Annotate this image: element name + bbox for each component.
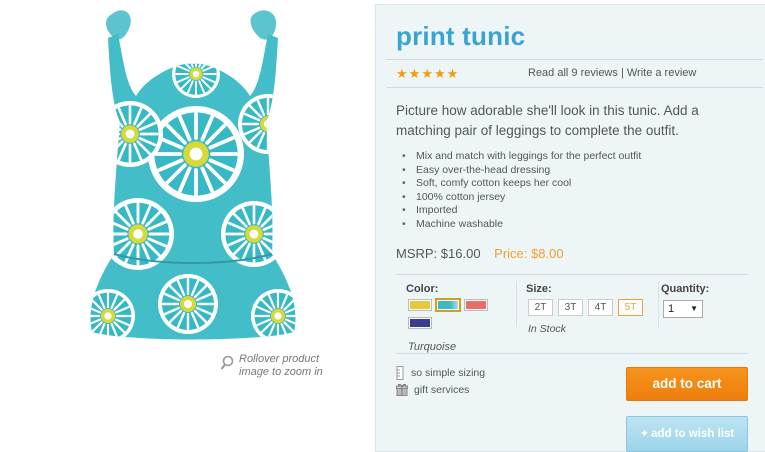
swatch-fill (410, 301, 430, 309)
color-label: Color: (406, 283, 439, 295)
options-divider (658, 281, 659, 327)
star-icon: ★ (421, 66, 433, 81)
product-info-panel: print tunic ★ ★ ★ ★ ★ Read all 9 reviews… (375, 4, 765, 452)
selected-color-name: Turquoise (408, 341, 457, 353)
quantity-label: Quantity: (661, 283, 710, 295)
size-label: Size: (526, 283, 552, 295)
feature-item: Imported (402, 204, 641, 218)
gift-services-link[interactable]: gift services (396, 383, 469, 396)
reviews-separator: | (620, 67, 624, 79)
size-button-3t[interactable]: 3T (558, 299, 583, 316)
star-icon: ★ (433, 66, 446, 81)
quantity-select[interactable]: 1 ▼ (663, 300, 703, 318)
size-buttons: 2T 3T 4T 5T (528, 299, 643, 316)
sizing-link[interactable]: so simple sizing (396, 366, 485, 380)
star-icon: ★ (446, 66, 459, 81)
read-reviews-link[interactable]: Read all 9 reviews (528, 67, 618, 79)
feature-list: Mix and match with leggings for the perf… (402, 150, 641, 231)
add-to-cart-button[interactable]: add to cart (626, 367, 748, 401)
color-swatch-navy[interactable] (408, 317, 432, 329)
color-swatch-turquoise[interactable] (435, 298, 461, 312)
swatch-fill (466, 301, 486, 309)
size-button-5t[interactable]: 5T (618, 299, 643, 316)
feature-item: Mix and match with leggings for the perf… (402, 150, 641, 164)
reviews-divider (386, 87, 763, 88)
zoom-hint-line1: Rollover product (239, 353, 320, 365)
chevron-down-icon: ▼ (690, 304, 698, 313)
color-option: Color: Turquoise (406, 283, 516, 353)
stock-status: In Stock (528, 323, 566, 335)
product-title: print tunic (396, 21, 526, 51)
quantity-option: Quantity: 1 ▼ (661, 283, 741, 318)
feature-item: Easy over-the-head dressing (402, 164, 641, 178)
options-divider (516, 281, 517, 327)
swatch-fill (410, 319, 430, 327)
feature-item: Machine washable (402, 218, 641, 232)
product-image-area: Rollover product image to zoom in (0, 0, 375, 452)
ruler-icon (396, 366, 404, 380)
sparkle-icon: ✦ (639, 428, 650, 440)
star-icon: ★ (396, 66, 408, 81)
rating-stars[interactable]: ★ ★ ★ ★ ★ (396, 67, 458, 80)
size-button-2t[interactable]: 2T (528, 299, 553, 316)
price-row: MSRP: $16.00 Price: $8.00 (396, 246, 564, 261)
feature-item: Soft, comfy cotton keeps her cool (402, 177, 641, 191)
zoom-hint-line2: image to zoom in (239, 366, 323, 378)
zoom-hint: Rollover product image to zoom in (220, 353, 323, 379)
wishlist-label: add to wish list (651, 428, 735, 440)
title-divider (386, 59, 763, 60)
write-review-link[interactable]: Write a review (627, 67, 696, 79)
product-description: Picture how adorable she'll look in this… (396, 103, 699, 138)
quantity-value: 1 (668, 303, 675, 315)
gift-icon (396, 383, 408, 396)
swatch-fill (438, 301, 458, 309)
product-options: Color: Turquoise Size: 2T 3T 4T 5T In St… (396, 274, 748, 354)
magnifier-icon (220, 355, 234, 370)
product-image[interactable] (78, 4, 308, 344)
gift-services-label: gift services (414, 383, 470, 396)
sizing-link-label: so simple sizing (411, 367, 486, 379)
reviews-links: Read all 9 reviews | Write a review (528, 67, 696, 79)
star-icon: ★ (408, 66, 421, 81)
add-to-wishlist-button[interactable]: ✦ add to wish list (626, 416, 748, 452)
size-button-4t[interactable]: 4T (588, 299, 613, 316)
sale-price: Price: $8.00 (494, 246, 564, 261)
feature-item: 100% cotton jersey (402, 191, 641, 205)
size-option: Size: 2T 3T 4T 5T In Stock (526, 283, 658, 335)
color-swatch-yellow[interactable] (408, 299, 432, 311)
msrp-price: MSRP: $16.00 (396, 246, 481, 261)
color-swatch-coral[interactable] (464, 299, 488, 311)
